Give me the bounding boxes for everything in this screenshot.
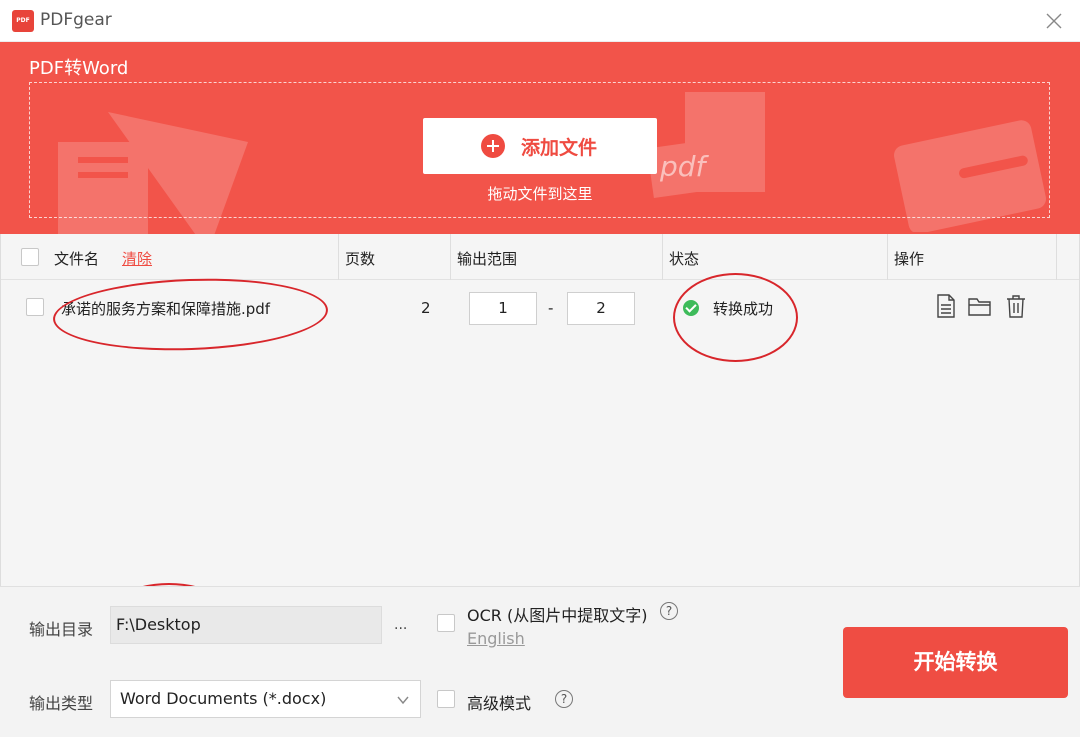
plus-icon: [481, 134, 505, 158]
advanced-mode-checkbox[interactable]: [437, 690, 455, 708]
output-type-label: 输出类型: [29, 694, 94, 713]
trash-icon[interactable]: [1003, 293, 1029, 319]
select-all-checkbox[interactable]: [21, 248, 39, 266]
ocr-label: OCR (从图片中提取文字): [467, 606, 648, 625]
ocr-checkbox[interactable]: [437, 614, 455, 632]
column-header-status: 状态: [669, 250, 700, 268]
column-divider: [1056, 234, 1057, 280]
file-table: 文件名 清除 页数 输出范围 状态 操作 承诺的服务方案和保障措施.pdf 2 …: [0, 234, 1080, 586]
table-row[interactable]: 承诺的服务方案和保障措施.pdf 2 1 - 2 转换成功: [1, 280, 1079, 336]
clear-link[interactable]: 清除: [122, 248, 152, 269]
output-dir-label: 输出目录: [29, 620, 94, 639]
column-divider: [887, 234, 888, 280]
range-separator: -: [548, 299, 554, 317]
range-from-input[interactable]: 1: [469, 292, 537, 325]
row-checkbox[interactable]: [26, 298, 44, 316]
range-to-input[interactable]: 2: [567, 292, 635, 325]
file-name: 承诺的服务方案和保障措施.pdf: [61, 300, 271, 318]
status-text: 转换成功: [713, 300, 774, 318]
header-banner: PDF转Word pdf 添加文件 拖动文件到这里: [0, 42, 1080, 234]
document-icon[interactable]: [933, 293, 959, 319]
ocr-language-link[interactable]: English: [467, 629, 525, 648]
app-logo-icon: PDF: [12, 10, 34, 32]
advanced-mode-label: 高级模式: [467, 694, 532, 713]
output-type-select[interactable]: Word Documents (*.docx): [110, 680, 421, 718]
chevron-down-icon[interactable]: [396, 692, 410, 706]
page-count: 2: [421, 299, 431, 317]
start-convert-button[interactable]: 开始转换: [843, 627, 1068, 698]
column-divider: [662, 234, 663, 280]
success-check-icon: [683, 300, 699, 316]
help-icon[interactable]: ?: [555, 690, 573, 708]
folder-icon[interactable]: [967, 293, 993, 319]
add-file-label: 添加文件: [521, 137, 598, 159]
output-dir-field[interactable]: F:\Desktop: [110, 606, 382, 644]
page-title: PDF转Word: [29, 58, 129, 79]
settings-panel: 输出目录 F:\Desktop ... 输出类型 Word Documents …: [0, 586, 1080, 737]
title-bar: PDF PDFgear: [0, 0, 1080, 42]
column-header-pages: 页数: [345, 250, 376, 268]
browse-button[interactable]: ...: [394, 617, 407, 633]
app-title: PDFgear: [40, 10, 112, 30]
column-header-actions: 操作: [894, 250, 925, 268]
column-divider: [450, 234, 451, 280]
column-divider: [338, 234, 339, 280]
drag-hint: 拖动文件到这里: [487, 185, 593, 203]
table-header: 文件名 清除 页数 输出范围 状态 操作: [1, 234, 1079, 280]
column-header-filename: 文件名: [54, 250, 100, 268]
help-icon[interactable]: ?: [660, 602, 678, 620]
column-header-range: 输出范围: [457, 250, 518, 268]
close-icon[interactable]: [1042, 9, 1066, 33]
add-file-button[interactable]: 添加文件: [423, 118, 657, 174]
